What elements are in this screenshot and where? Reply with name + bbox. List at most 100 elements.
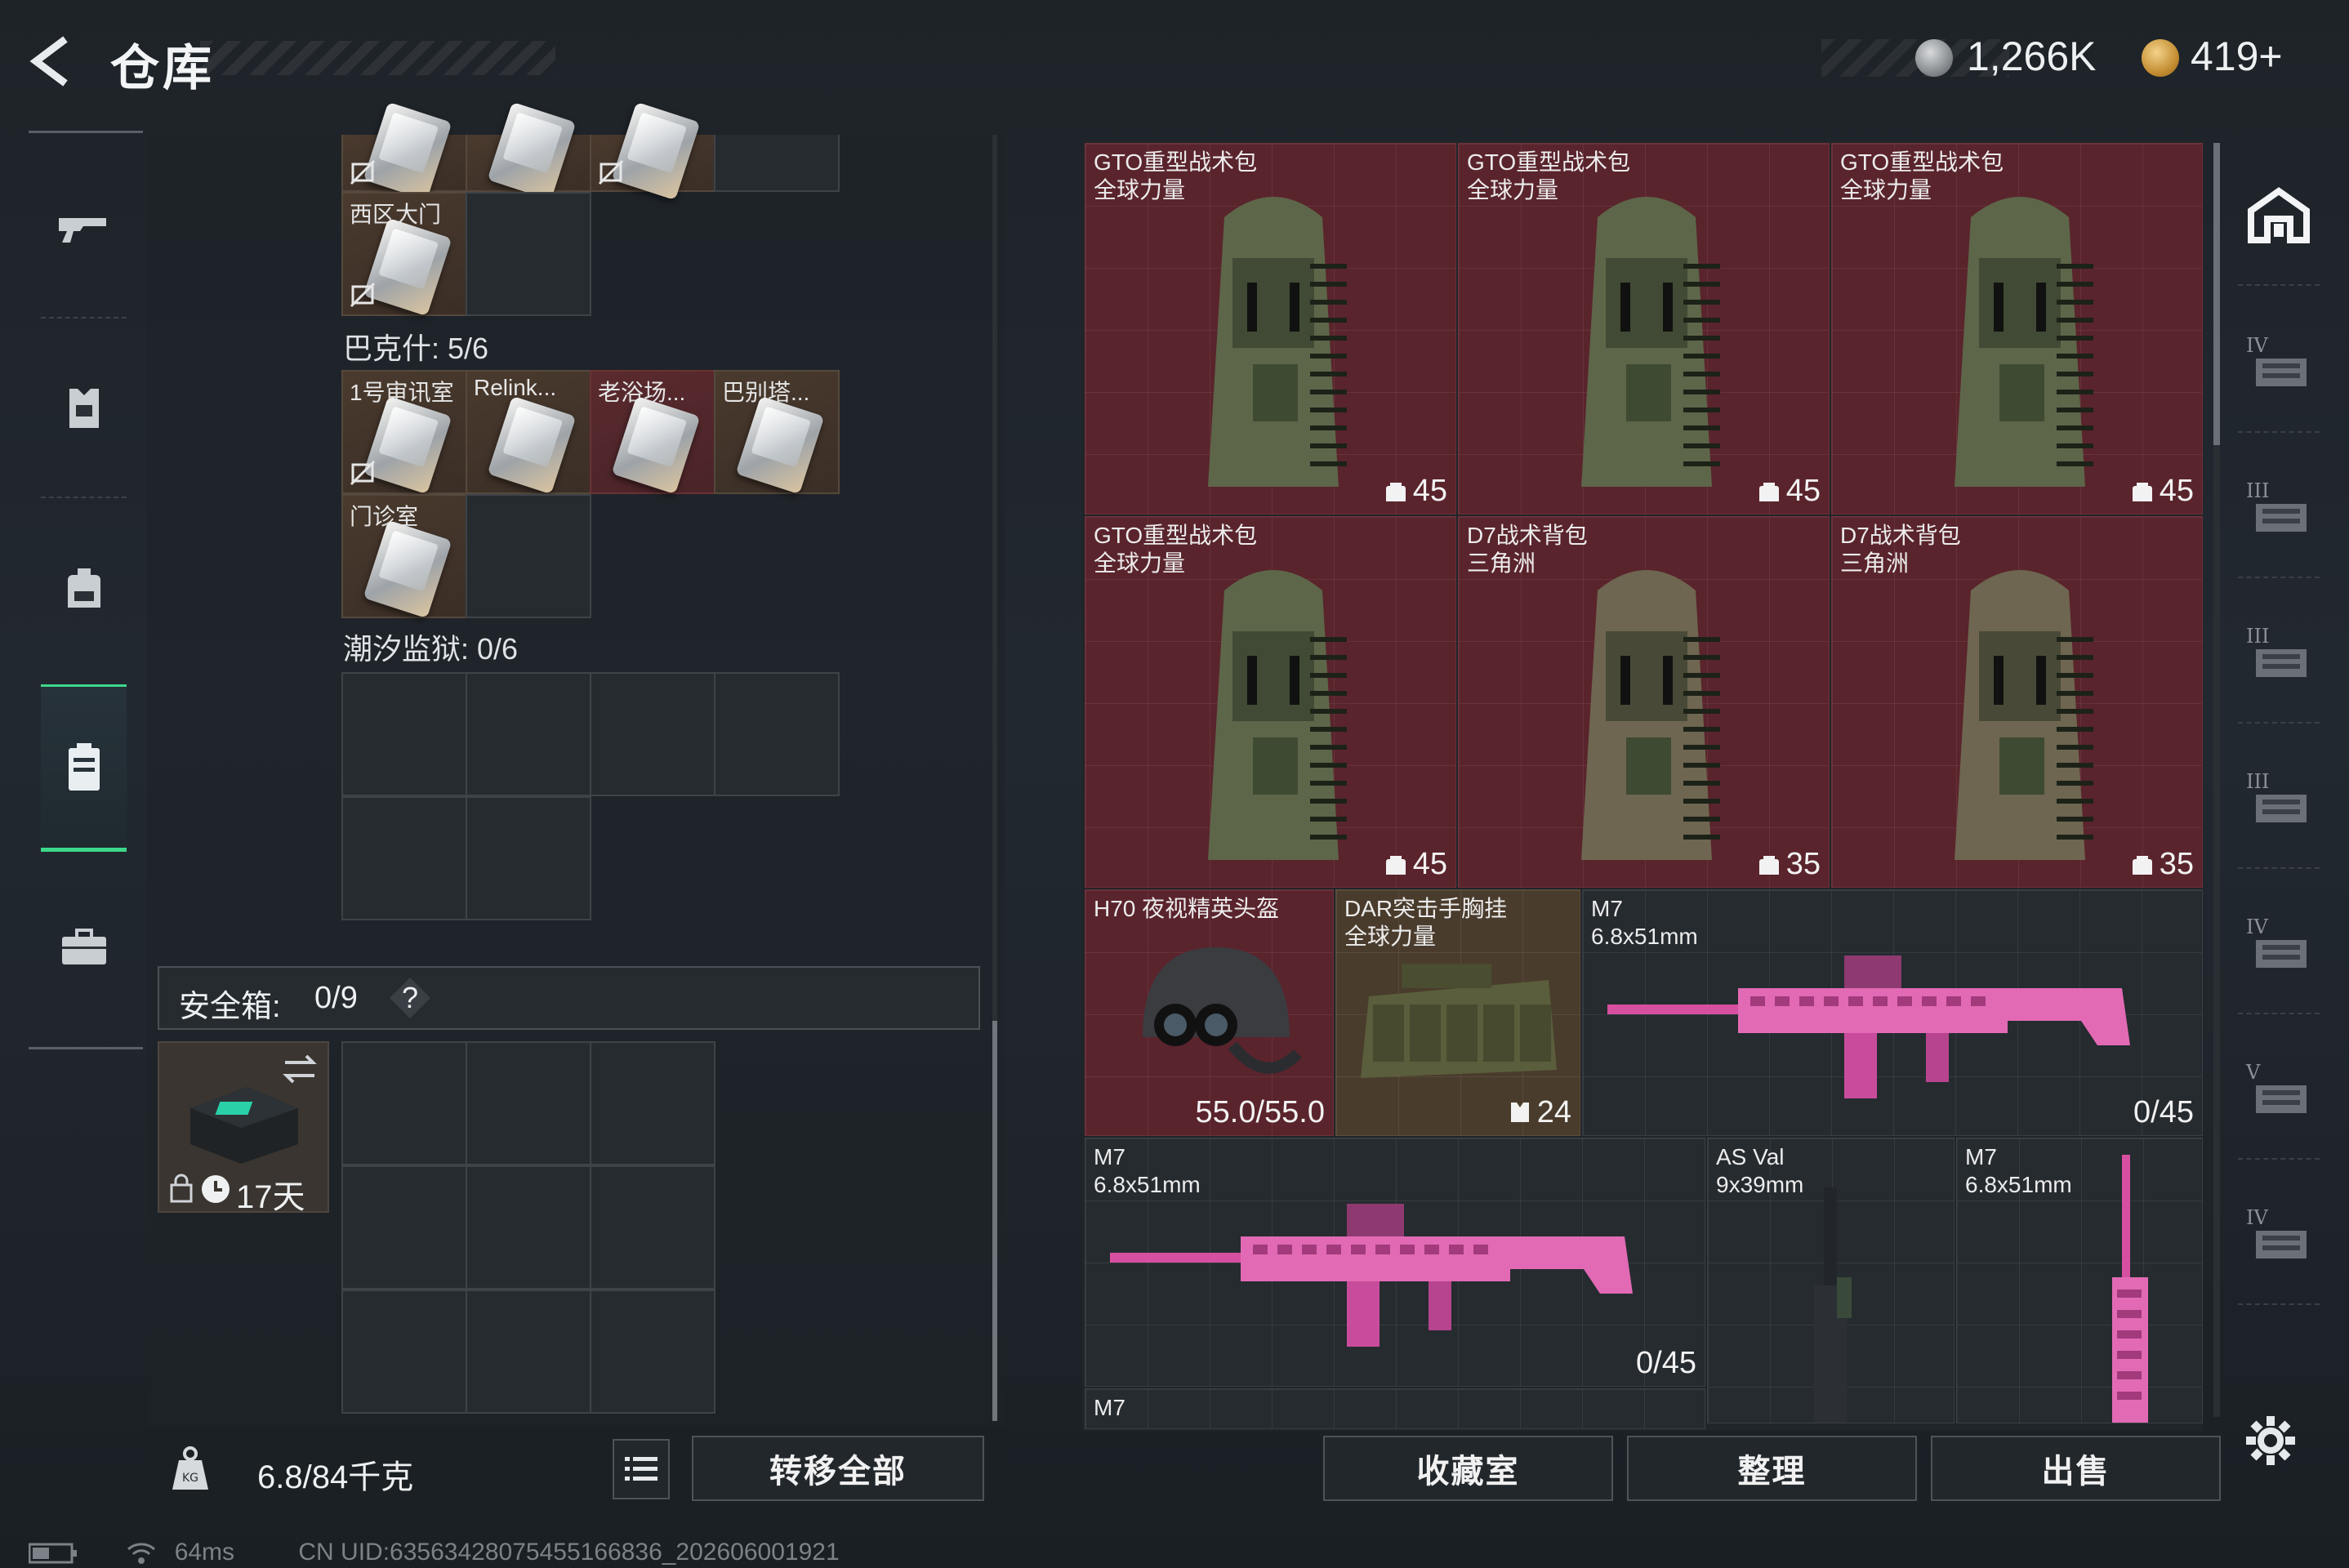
settings-gear-icon[interactable] bbox=[2244, 1414, 2297, 1467]
section-title-bakshi: 巴克什: 5/6 bbox=[343, 332, 489, 365]
warehouse-icon bbox=[2248, 187, 2310, 243]
right-nav-tier-item[interactable]: III bbox=[2238, 439, 2320, 578]
key-card[interactable]: 老浴场... bbox=[590, 370, 715, 495]
sell-button[interactable]: 出售 bbox=[1931, 1436, 2221, 1501]
currency-gold-value[interactable]: 419+ bbox=[2191, 33, 2283, 80]
right-nav-tier-item[interactable]: IV bbox=[2238, 875, 2320, 1014]
nav-briefcase[interactable] bbox=[41, 866, 127, 1029]
rifle-image-icon bbox=[2112, 1155, 2148, 1423]
armor-vest-icon bbox=[69, 389, 99, 428]
help-icon[interactable]: ? bbox=[390, 978, 430, 1018]
key-card[interactable]: 门诊室 bbox=[341, 494, 467, 619]
item-name: M7 6.8x51mm bbox=[1591, 896, 1698, 949]
right-nav-tier-item[interactable]: IV bbox=[2238, 294, 2320, 433]
list-view-button[interactable] bbox=[613, 1439, 670, 1499]
right-nav-tier-item[interactable]: III bbox=[2238, 585, 2320, 724]
empty-slot[interactable] bbox=[714, 672, 840, 796]
no-bind-icon bbox=[350, 282, 376, 308]
ping-value: 64ms bbox=[174, 1539, 235, 1566]
inventory-item[interactable]: D7战术背包 三角洲 35 bbox=[1831, 516, 2203, 888]
weight-icon: KG bbox=[172, 1446, 208, 1490]
status-bar: 64ms CN UID:6356342807545516683​6_202606… bbox=[28, 1539, 840, 1566]
safe-box-timer: 17天 bbox=[236, 1179, 305, 1215]
inventory-item[interactable]: DAR突击手胸挂 全球力量 24 bbox=[1335, 889, 1580, 1136]
inventory-item[interactable]: GTO重型战术包 全球力量 45 bbox=[1085, 143, 1456, 514]
page-title: 仓库 bbox=[110, 41, 215, 96]
capacity-icon bbox=[1758, 856, 1779, 875]
item-name: GTO重型战术包 全球力量 bbox=[1094, 523, 1258, 576]
right-nav-tier-item[interactable]: IV bbox=[2238, 1166, 2320, 1305]
empty-slot[interactable] bbox=[341, 1041, 467, 1165]
weight-value: 6.8/84千克 bbox=[257, 1459, 414, 1495]
empty-slot[interactable] bbox=[466, 1165, 591, 1290]
empty-slot[interactable] bbox=[590, 1165, 715, 1290]
right-nav-tier-item[interactable]: V bbox=[2238, 1021, 2320, 1160]
safe-box-label: 安全箱: bbox=[179, 990, 281, 1024]
nav-weapons[interactable] bbox=[41, 147, 127, 310]
title-decoration bbox=[200, 41, 555, 75]
key-card[interactable]: Relink... bbox=[466, 370, 591, 495]
empty-slot[interactable] bbox=[590, 1041, 715, 1165]
silver-coin-icon bbox=[1915, 39, 1953, 77]
empty-slot[interactable] bbox=[466, 1041, 591, 1165]
inventory-item[interactable]: M7 bbox=[1085, 1388, 1705, 1429]
back-arrow-icon[interactable] bbox=[25, 33, 82, 90]
item-name: GTO重型战术包 全球力量 bbox=[1840, 149, 2004, 203]
nav-divider bbox=[41, 317, 127, 318]
empty-slot[interactable] bbox=[466, 1290, 591, 1414]
nav-storage[interactable] bbox=[41, 684, 127, 852]
key-card[interactable] bbox=[590, 101, 715, 201]
right-nav-home[interactable] bbox=[2238, 147, 2320, 286]
empty-slot[interactable] bbox=[590, 672, 715, 796]
currency-silver-value: 1,266K bbox=[1967, 33, 2097, 79]
safe-box-item[interactable]: 17天 bbox=[158, 1041, 329, 1215]
tier-box-icon: III bbox=[2246, 770, 2311, 827]
empty-slot[interactable] bbox=[466, 494, 591, 618]
empty-slot[interactable] bbox=[341, 672, 467, 796]
key-card[interactable]: 巴别塔... bbox=[714, 370, 840, 495]
item-value: 0/45 bbox=[2133, 1095, 2194, 1129]
nav-backpack[interactable] bbox=[41, 506, 127, 670]
backpack-image-icon bbox=[1581, 197, 1720, 487]
uid-text: CN UID:6356342807545516683​6_20260600192… bbox=[298, 1539, 840, 1566]
helmet-image-icon bbox=[1143, 947, 1302, 1074]
empty-slot[interactable] bbox=[341, 1290, 467, 1414]
empty-slot[interactable] bbox=[466, 672, 591, 796]
key-card[interactable]: 西区大门 bbox=[341, 192, 467, 317]
empty-slot[interactable] bbox=[590, 1290, 715, 1414]
inventory-item[interactable]: M7 6.8x51mm bbox=[1956, 1138, 2203, 1423]
organize-button[interactable]: 整理 bbox=[1627, 1436, 1917, 1501]
backpack-icon bbox=[67, 568, 100, 608]
collection-room-button[interactable]: 收藏室 bbox=[1323, 1436, 1613, 1501]
item-value: 55.0/55.0 bbox=[1195, 1095, 1325, 1129]
backpack-image-icon bbox=[1955, 197, 2093, 487]
right-nav-tier-item[interactable]: III bbox=[2238, 730, 2320, 869]
key-card[interactable]: 1号审讯室 bbox=[341, 370, 467, 495]
inventory-item[interactable]: GTO重型战术包 全球力量 45 bbox=[1831, 143, 2203, 514]
inventory-item[interactable]: GTO重型战术包 全球力量 45 bbox=[1085, 516, 1456, 888]
swap-icon[interactable] bbox=[280, 1051, 319, 1087]
inventory-item[interactable]: M7 6.8x51mm 0/45 bbox=[1582, 889, 2203, 1136]
transfer-all-button[interactable]: 转移全部 bbox=[692, 1436, 984, 1501]
tier-box-icon: V bbox=[2246, 1061, 2311, 1118]
wifi-icon bbox=[127, 1543, 156, 1565]
inventory-item[interactable]: M7 6.8x51mm 0/45 bbox=[1085, 1138, 1705, 1387]
empty-slot[interactable] bbox=[714, 135, 840, 192]
inventory-scroll-thumb[interactable] bbox=[2213, 143, 2220, 445]
empty-slot[interactable] bbox=[341, 796, 467, 920]
inventory-item[interactable]: AS Val 9x39mm bbox=[1707, 1138, 1955, 1423]
stash-scroll-thumb[interactable] bbox=[992, 1021, 997, 1421]
key-card[interactable] bbox=[466, 101, 591, 201]
inventory-item[interactable]: GTO重型战术包 全球力量 45 bbox=[1458, 143, 1830, 514]
key-card[interactable] bbox=[341, 101, 467, 201]
inventory-item[interactable]: D7战术背包 三角洲 35 bbox=[1458, 516, 1830, 888]
empty-slot[interactable] bbox=[466, 192, 591, 316]
no-bind-icon bbox=[350, 159, 376, 185]
empty-slot[interactable] bbox=[466, 796, 591, 920]
empty-slot[interactable] bbox=[341, 1165, 467, 1290]
inventory-item[interactable]: H70 夜视精英头盔 55.0/55.0 bbox=[1085, 889, 1334, 1136]
capacity-icon bbox=[1385, 483, 1406, 501]
nav-armor[interactable] bbox=[41, 327, 127, 490]
item-value: 24 bbox=[1536, 1095, 1571, 1129]
item-name: M7 6.8x51mm bbox=[1094, 1144, 1201, 1197]
